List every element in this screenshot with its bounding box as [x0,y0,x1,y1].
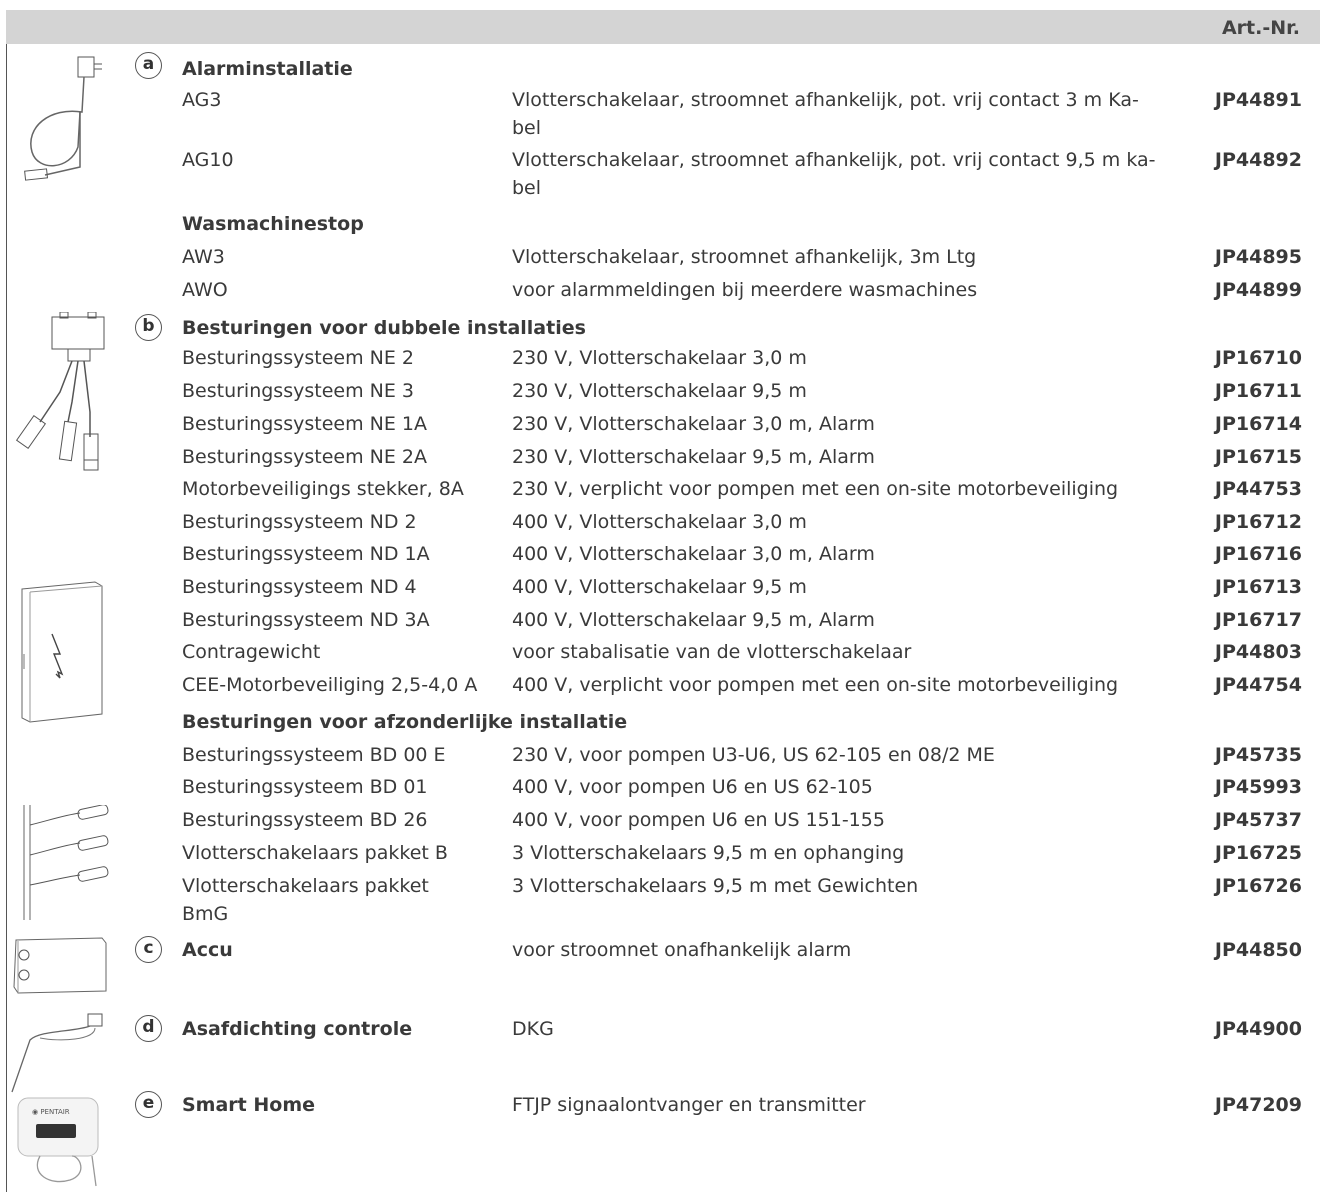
product-name: Besturingssysteem ND 4 [182,576,417,598]
subtitle-wasmachinestop: Wasmachinestop [182,213,364,235]
product-name: AW3 [182,246,225,268]
product-description: 230 V, verplicht voor pompen met een on-… [512,478,1119,500]
section-title-d: Asafdichting controle [182,1018,413,1040]
section-desc-d: DKG [512,1018,554,1040]
smart-home-device-image: ◉ PENTAIR [10,1094,110,1189]
article-number: JP45993 [1214,776,1302,798]
float-switch-package-image [10,805,120,925]
section-letter-c: c [135,936,162,963]
product-name: CEE-Motorbeveiliging 2,5-4,0 A [182,674,478,696]
product-description: 230 V, Vlotterschakelaar 9,5 m [512,380,807,402]
table-header: Art.-Nr. [6,10,1320,44]
product-description: 400 V, Vlotterschakelaar 9,5 m [512,576,807,598]
product-description: 400 V, Vlotterschakelaar 9,5 m, Alarm [512,609,875,631]
product-description: 400 V, voor pompen U6 en US 151-155 [512,809,885,831]
product-name: Vlotterschakelaars pakket BmG [182,875,429,925]
product-description: 400 V, voor pompen U6 en US 62-105 [512,776,873,798]
product-name: Besturingssysteem ND 2 [182,511,417,533]
control-box-image [10,574,110,724]
section-title-c: Accu [182,939,233,961]
device-brand-label: ◉ PENTAIR [32,1108,70,1116]
section-letter-a: a [135,52,162,79]
product-name: Contragewicht [182,641,321,663]
product-name: AG3 [182,89,222,111]
article-number: JP16715 [1214,446,1302,468]
section-letter-d: d [135,1015,162,1042]
subtitle-afzonderlijke: Besturingen voor afzonderlijke installat… [182,711,628,733]
product-name: Besturingssysteem BD 00 E [182,744,446,766]
product-description: Vlotterschakelaar, stroomnet afhankelijk… [512,246,977,268]
product-description: 230 V, Vlotterschakelaar 3,0 m [512,347,807,369]
section-art-c: JP44850 [1214,939,1302,961]
product-name: Besturingssysteem BD 26 [182,809,428,831]
article-number: JP44753 [1214,478,1302,500]
seal-control-image [10,1010,110,1095]
product-name: Besturingssysteem ND 3A [182,609,430,631]
product-name: AG10 [182,149,234,171]
product-description: 3 Vlotterschakelaars 9,5 m en ophanging [512,842,905,864]
article-number: JP16714 [1214,413,1302,435]
article-number: JP44754 [1214,674,1302,696]
section-desc-e: FTJP signaalontvanger en transmitter [512,1094,866,1116]
product-name: Motorbeveiligings stekker, 8A [182,478,464,500]
product-description: 400 V, Vlotterschakelaar 3,0 m [512,511,807,533]
product-description: Vlotterschakelaar, stroomnet afhankelijk… [512,89,1139,139]
article-number: JP16713 [1214,576,1302,598]
product-name: Vlotterschakelaars pakket B [182,842,448,864]
product-description: 3 Vlotterschakelaars 9,5 m met Gewichten [512,875,919,897]
article-number: JP44892 [1214,149,1302,171]
article-number: JP16716 [1214,543,1302,565]
section-desc-c: voor stroomnet onafhankelijk alarm [512,939,852,961]
product-name: Besturingssysteem NE 2 [182,347,414,369]
product-name: Besturingssysteem NE 3 [182,380,414,402]
product-description: 230 V, Vlotterschakelaar 9,5 m, Alarm [512,446,875,468]
article-number: JP45735 [1214,744,1302,766]
artnr-header: Art.-Nr. [1221,17,1300,39]
product-description: 230 V, voor pompen U3-U6, US 62-105 en 0… [512,744,995,766]
article-number: JP16712 [1214,511,1302,533]
article-number: JP16717 [1214,609,1302,631]
article-number: JP16725 [1214,842,1302,864]
section-art-d: JP44900 [1214,1018,1302,1040]
article-number: JP16711 [1214,380,1302,402]
product-description: voor alarmmeldingen bij meerdere wasmach… [512,279,978,301]
article-number: JP44803 [1214,641,1302,663]
product-name: Besturingssysteem BD 01 [182,776,428,798]
product-name: AWO [182,279,228,301]
article-number: JP16726 [1214,875,1302,897]
article-number: JP44891 [1214,89,1302,111]
article-number: JP16710 [1214,347,1302,369]
controller-cables-image [10,312,120,472]
section-art-e: JP47209 [1214,1094,1302,1116]
product-description: voor stabalisatie van de vlotterschakela… [512,641,912,663]
article-number: JP44895 [1214,246,1302,268]
section-letter-e: e [135,1091,162,1118]
section-title-e: Smart Home [182,1094,316,1116]
alarm-device-image [10,52,110,192]
product-name: Besturingssysteem ND 1A [182,543,430,565]
product-description: 400 V, verplicht voor pompen met een on-… [512,674,1119,696]
battery-image [10,935,110,995]
product-description: 400 V, Vlotterschakelaar 3,0 m, Alarm [512,543,875,565]
section-letter-b: b [135,314,162,341]
product-name: Besturingssysteem NE 2A [182,446,427,468]
left-border [6,10,7,1192]
article-number: JP45737 [1214,809,1302,831]
product-description: Vlotterschakelaar, stroomnet afhankelijk… [512,149,1156,199]
section-title-b: Besturingen voor dubbele installaties [182,317,586,339]
product-name: Besturingssysteem NE 1A [182,413,427,435]
article-number: JP44899 [1214,279,1302,301]
product-description: 230 V, Vlotterschakelaar 3,0 m, Alarm [512,413,875,435]
section-title-a: Alarminstallatie [182,58,353,80]
